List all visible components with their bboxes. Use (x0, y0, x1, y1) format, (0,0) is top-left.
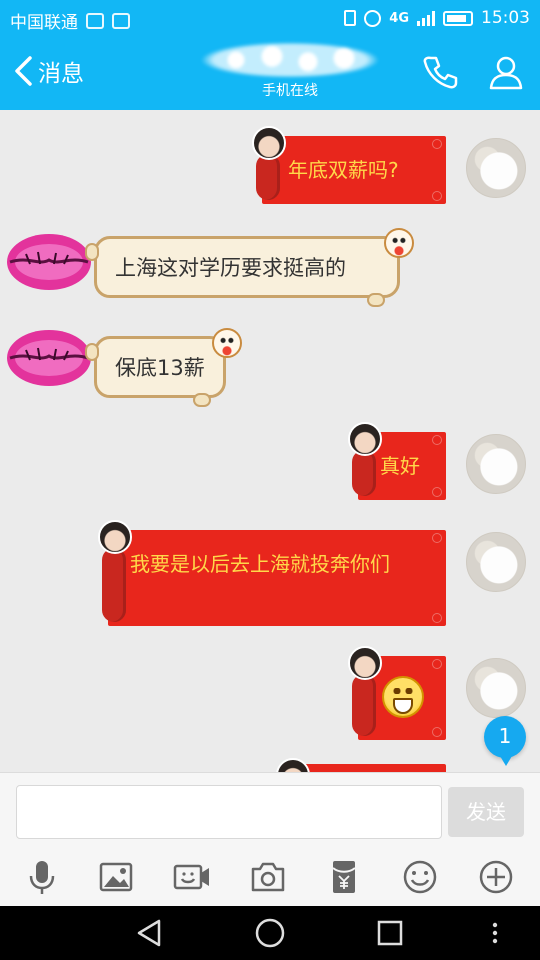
message-bubble-2[interactable]: 保底13薪 (85, 336, 226, 407)
recents-square-icon (377, 920, 403, 946)
my-avatar[interactable] (466, 434, 526, 494)
network-type: 4G (389, 10, 409, 26)
unread-badge[interactable]: 1 (484, 716, 526, 766)
back-triangle-icon (137, 919, 161, 947)
my-avatar[interactable] (466, 532, 526, 592)
battery-icon (443, 10, 473, 26)
send-button[interactable]: 发送 (448, 787, 524, 837)
corner-ornament (432, 191, 442, 201)
message-input[interactable] (16, 785, 442, 839)
corner-ornament (432, 435, 442, 445)
corner-ornament (432, 533, 442, 543)
microphone-icon (29, 861, 55, 894)
grinning-face-icon (382, 676, 424, 718)
home-circle-icon (255, 918, 285, 948)
screenshot-icon (112, 12, 130, 29)
corner-ornament (432, 139, 442, 149)
image-button[interactable] (96, 857, 140, 897)
nav-menu-button[interactable] (478, 916, 512, 950)
scroll-decoration (256, 154, 280, 200)
message-text-3: 真好 (380, 454, 420, 478)
call-button[interactable] (420, 52, 464, 96)
scroll-roll (193, 393, 211, 407)
corner-ornament (432, 727, 442, 737)
corner-ornament (432, 613, 442, 623)
scroll-roll (85, 243, 99, 261)
status-bar: 中国联通 4G 15:03 (0, 0, 540, 36)
sticker-head (348, 646, 382, 680)
image-icon (99, 862, 133, 892)
input-bar: 发送 (0, 772, 540, 906)
plus-icon (479, 860, 513, 894)
video-icon (173, 864, 209, 890)
scroll-roll (367, 293, 385, 307)
message-text-2: 保底13薪 (115, 356, 205, 380)
online-status: 手机在线 (262, 83, 318, 99)
scroll-decoration (352, 674, 376, 736)
message-bubble-partial[interactable] (276, 758, 446, 772)
signal-icon (417, 10, 435, 26)
message-list[interactable]: 年底双薪吗? 上海这对学历要求挺高的 保底13薪 真好 我要是以后去上海就投奔你… (0, 110, 540, 772)
contact-title: 手机在线 (190, 42, 390, 100)
system-nav-bar (0, 906, 540, 960)
red-packet-button[interactable] (324, 857, 368, 897)
camera-button[interactable] (248, 857, 292, 897)
nav-recents-button[interactable] (373, 916, 407, 950)
contact-avatar-lips[interactable] (4, 228, 94, 300)
notification-icon (86, 12, 104, 29)
my-avatar[interactable] (466, 138, 526, 198)
contact-avatar-lips[interactable] (4, 324, 94, 396)
message-bubble-3[interactable]: 真好 (348, 422, 446, 500)
chevron-left-icon (15, 56, 32, 86)
alarm-icon (364, 9, 382, 27)
sticker-head (348, 422, 382, 456)
nav-home-button[interactable] (253, 916, 287, 950)
back-label: 消息 (38, 61, 84, 87)
chat-header: 消息 手机在线 (0, 36, 540, 110)
person-icon (489, 56, 523, 90)
message-bubble-1[interactable]: 上海这对学历要求挺高的 (85, 236, 400, 307)
scroll-decoration (102, 548, 126, 622)
message-bubble-5[interactable] (348, 646, 446, 740)
carrier-label: 中国联通 (10, 13, 78, 33)
more-button[interactable] (476, 857, 520, 897)
my-avatar[interactable] (466, 658, 526, 718)
message-text-0: 年底双薪吗? (288, 158, 399, 182)
corner-ornament (432, 659, 442, 669)
phone-icon (423, 56, 458, 89)
sticker-head (98, 520, 132, 554)
contact-name-redacted (200, 42, 380, 78)
clock: 15:03 (481, 8, 530, 28)
nav-back-button[interactable] (133, 916, 167, 950)
vibrate-icon (344, 10, 357, 26)
menu-dots-icon (492, 922, 498, 944)
profile-button[interactable] (486, 52, 530, 96)
red-packet-icon (332, 861, 356, 893)
emoji-button[interactable] (400, 857, 444, 897)
back-button[interactable]: 消息 (12, 54, 84, 88)
message-text-4: 我要是以后去上海就投奔你们 (130, 552, 390, 576)
corner-ornament (432, 487, 442, 497)
message-bubble-0[interactable]: 年底双薪吗? (252, 126, 446, 204)
sticker-head (252, 126, 286, 160)
message-bubble-4[interactable]: 我要是以后去上海就投奔你们 (98, 520, 446, 626)
lucky-cat-icon (384, 228, 414, 258)
message-text-1: 上海这对学历要求挺高的 (115, 256, 346, 280)
lucky-cat-icon (212, 328, 242, 358)
sticker-head (276, 758, 310, 772)
video-button[interactable] (172, 857, 216, 897)
scroll-decoration (352, 450, 376, 496)
camera-icon (251, 862, 285, 892)
emoji-icon (403, 860, 437, 894)
scroll-roll (85, 343, 99, 361)
input-toolbar (0, 857, 540, 901)
voice-button[interactable] (22, 857, 66, 897)
